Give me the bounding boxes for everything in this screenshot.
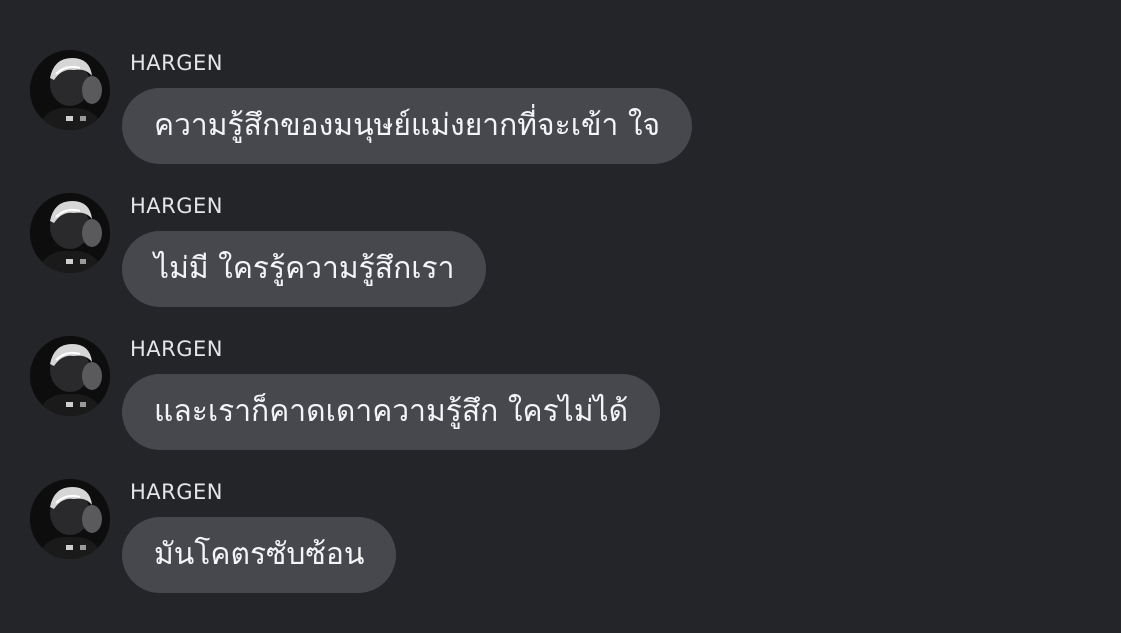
sender-name: HARGEN xyxy=(130,480,223,504)
message-bubble[interactable]: ความรู้สึกของมนุษย์แม่งยากที่จะเข้า ใจ xyxy=(122,88,693,164)
avatar-icon[interactable] xyxy=(30,336,110,416)
sender-name: HARGEN xyxy=(130,337,223,361)
message-bubble[interactable]: และเราก็คาดเดาความรู้สึก ใครไม่ได้ xyxy=(122,374,661,450)
sender-name: HARGEN xyxy=(130,51,223,75)
avatar-icon[interactable] xyxy=(30,193,110,273)
message-bubble[interactable]: มันโคตรซับซ้อน xyxy=(122,517,397,593)
message-group: HARGEN ความรู้สึกของมนุษย์แม่งยากที่จะเข… xyxy=(0,50,1121,180)
message-group: HARGEN และเราก็คาดเดาความรู้สึก ใครไม่ได… xyxy=(0,336,1121,466)
sender-name: HARGEN xyxy=(130,194,223,218)
avatar-icon[interactable] xyxy=(30,50,110,130)
message-group: HARGEN ไม่มี ใครรู้ความรู้สึกเรา xyxy=(0,193,1121,323)
message-group: HARGEN มันโคตรซับซ้อน xyxy=(0,479,1121,609)
avatar-icon[interactable] xyxy=(30,479,110,559)
message-bubble[interactable]: ไม่มี ใครรู้ความรู้สึกเรา xyxy=(122,231,487,307)
chat-thread: HARGEN ความรู้สึกของมนุษย์แม่งยากที่จะเข… xyxy=(0,0,1121,633)
